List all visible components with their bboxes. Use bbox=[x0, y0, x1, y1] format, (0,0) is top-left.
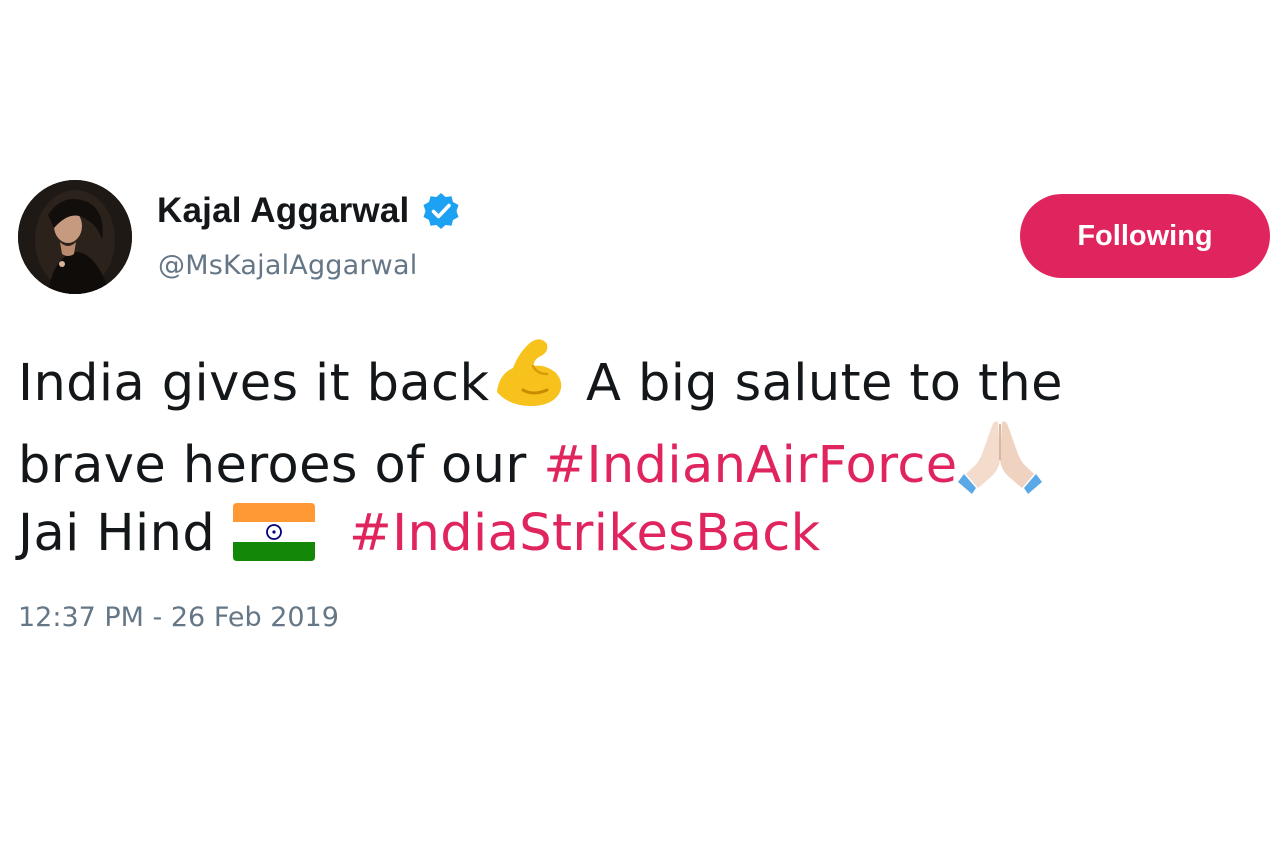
tweet-text-segment: brave heroes of our bbox=[18, 436, 544, 495]
user-handle[interactable]: @MsKajalAggarwal bbox=[158, 250, 417, 281]
tweet-text-segment: A big salute to the bbox=[569, 354, 1063, 413]
tweet-text: India gives it back A big salute to the … bbox=[18, 334, 1258, 574]
india-flag-icon bbox=[232, 502, 316, 586]
display-name[interactable]: Kajal Aggarwal bbox=[157, 191, 409, 231]
profile-photo-icon bbox=[18, 180, 132, 294]
avatar[interactable] bbox=[18, 180, 132, 294]
tweet-text-segment: India gives it back bbox=[18, 354, 490, 413]
verified-badge-icon bbox=[421, 191, 461, 231]
tweet-line-2: brave heroes of our #IndianAirForce bbox=[18, 414, 1258, 495]
tweet-text-segment: Jai Hind bbox=[18, 504, 232, 563]
hashtag-indianairforce-link[interactable]: #IndianAirForce bbox=[543, 436, 957, 495]
hashtag-indiastrikesback-link[interactable]: #IndiaStrikesBack bbox=[349, 504, 821, 563]
user-name-row: Kajal Aggarwal bbox=[157, 186, 461, 236]
following-button[interactable]: Following bbox=[1020, 194, 1270, 278]
folded-hands-icon bbox=[957, 414, 1042, 518]
tweet-line-3: Jai Hind #IndiaStrikesBack bbox=[18, 494, 1258, 574]
tweet-text-spacer bbox=[316, 504, 349, 563]
tweet-line-1: India gives it back A big salute to the bbox=[18, 334, 1258, 414]
tweet-timestamp[interactable]: 12:37 PM - 26 Feb 2019 bbox=[18, 602, 339, 633]
tweet-card: Kajal Aggarwal @MsKajalAggarwal Followin… bbox=[0, 0, 1280, 853]
